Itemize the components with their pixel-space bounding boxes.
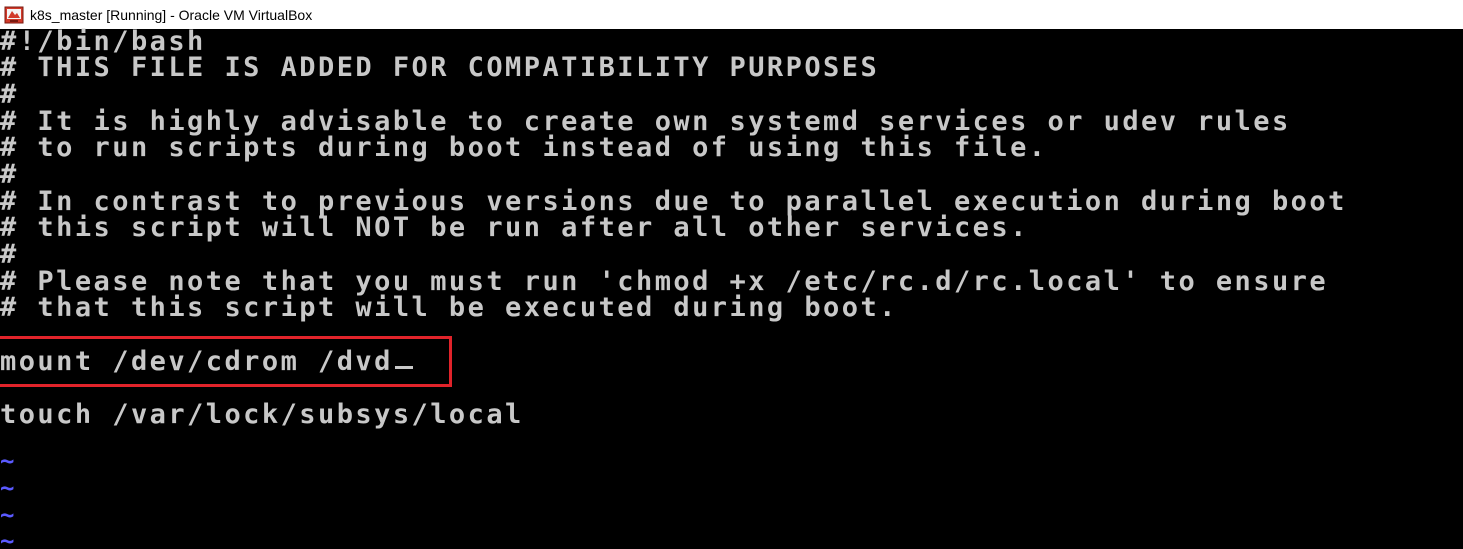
terminal-line: # THIS FILE IS ADDED FOR COMPATIBILITY P… <box>0 52 880 83</box>
touch-command-line: touch /var/lock/subsys/local <box>0 399 524 430</box>
empty-line-tilde: ~ <box>0 474 15 502</box>
terminal-line: # that this script will be executed duri… <box>0 292 898 323</box>
highlight-box <box>0 336 452 387</box>
title-bar[interactable]: k8s_master [Running] - Oracle VM Virtual… <box>0 0 1463 29</box>
window-title: k8s_master [Running] - Oracle VM Virtual… <box>30 6 313 23</box>
terminal-line: # this script will NOT be run after all … <box>0 212 1029 243</box>
virtualbox-window: k8s_master [Running] - Oracle VM Virtual… <box>0 0 1463 549</box>
terminal-line: # to run scripts during boot instead of … <box>0 132 1048 163</box>
empty-line-tilde: ~ <box>0 527 15 549</box>
terminal-line: # <box>0 239 19 270</box>
terminal-screen[interactable]: #!/bin/bash # THIS FILE IS ADDED FOR COM… <box>0 28 1463 549</box>
terminal-line: # <box>0 79 19 110</box>
empty-line-tilde: ~ <box>0 501 15 529</box>
terminal-line: # <box>0 159 19 190</box>
empty-line-tilde: ~ <box>0 447 15 475</box>
virtualbox-icon <box>4 6 24 23</box>
